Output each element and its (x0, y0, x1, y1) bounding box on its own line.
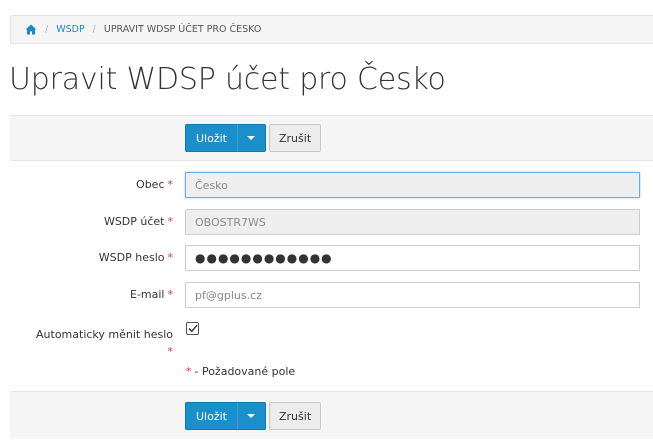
wsdp-account-label: WSDP účet * (103, 215, 174, 228)
home-icon[interactable] (25, 24, 37, 35)
required-marker: * (167, 345, 174, 358)
cancel-button[interactable]: Zrušit (269, 402, 322, 430)
page: / WSDP / UPRAVIT WDSP ÚČET PRO ČESKO Upr… (0, 0, 653, 443)
form-row-wsdp-account: WSDP účet * (0, 209, 653, 235)
page-title: Upravit WDSP účet pro Česko (9, 62, 446, 97)
top-toolbar: Uložit Zrušit (10, 115, 653, 161)
required-field-note: * - Požadované pole (186, 365, 296, 378)
obec-label: Obec * (136, 178, 173, 191)
save-button[interactable]: Uložit (185, 124, 237, 152)
bottom-toolbar: Uložit Zrušit (10, 391, 653, 439)
chevron-down-icon (247, 414, 256, 418)
wsdp-account-field[interactable] (185, 209, 640, 235)
save-button[interactable]: Uložit (185, 402, 237, 430)
required-marker: * (186, 365, 192, 378)
checkmark-icon (187, 324, 198, 333)
save-button-group: Uložit (185, 402, 266, 430)
chevron-down-icon (247, 136, 256, 140)
save-dropdown-toggle[interactable] (236, 124, 266, 152)
form-row-wsdp-password: WSDP heslo * (0, 245, 653, 271)
required-marker: * (167, 215, 174, 228)
email-label: E-mail * (130, 288, 173, 301)
form-row-email: E-mail * (0, 282, 653, 308)
cancel-button[interactable]: Zrušit (269, 124, 322, 152)
breadcrumb: / WSDP / UPRAVIT WDSP ÚČET PRO ČESKO (10, 15, 653, 44)
form-row-obec: Obec * (0, 172, 653, 198)
wsdp-password-field[interactable] (185, 245, 640, 271)
required-marker: * (167, 251, 174, 264)
auto-password-label: Automaticky měnit heslo * (36, 328, 174, 358)
breadcrumb-link-wsdp[interactable]: WSDP (56, 24, 84, 35)
breadcrumb-current: UPRAVIT WDSP ÚČET PRO ČESKO (103, 24, 262, 35)
required-marker: * (167, 288, 174, 301)
auto-password-checkbox[interactable] (186, 322, 199, 335)
email-field[interactable] (185, 282, 640, 308)
save-button-group: Uložit (185, 124, 266, 152)
breadcrumb-separator: / (45, 24, 49, 35)
wsdp-password-label: WSDP heslo * (98, 251, 174, 264)
breadcrumb-separator: / (92, 24, 96, 35)
required-marker: * (167, 178, 174, 191)
obec-field[interactable] (185, 172, 640, 198)
save-dropdown-toggle[interactable] (236, 402, 266, 430)
